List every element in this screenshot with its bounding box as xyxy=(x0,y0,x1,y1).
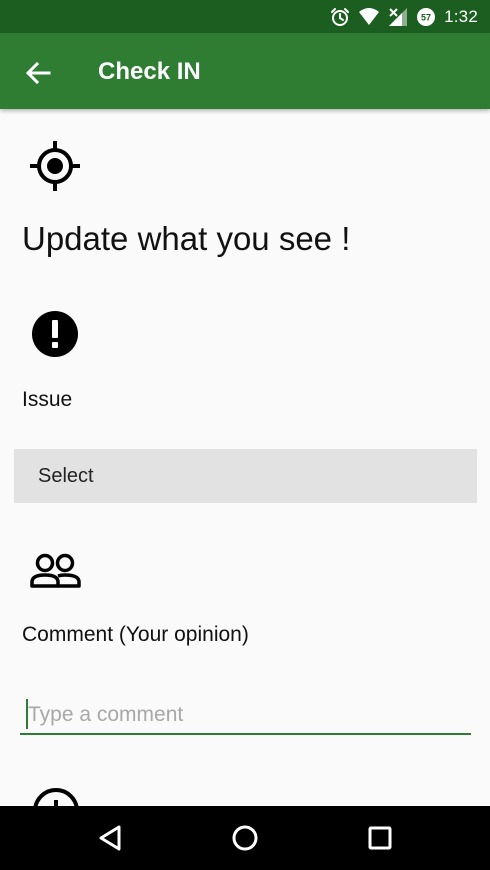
nav-home-button[interactable] xyxy=(227,820,263,856)
page-title: Check IN xyxy=(98,58,201,85)
add-circle-icon xyxy=(32,787,80,806)
nav-back-button[interactable] xyxy=(92,820,128,856)
check-in-form: Update what you see ! Issue Select Comme… xyxy=(0,109,490,806)
crosshair-icon xyxy=(28,139,82,198)
wifi-icon xyxy=(358,7,380,27)
status-icons: 57 1:32 xyxy=(330,5,478,29)
comment-field[interactable] xyxy=(20,697,471,735)
battery-icon: 57 xyxy=(416,7,436,27)
people-icon xyxy=(30,553,82,594)
comment-input[interactable] xyxy=(26,701,458,729)
signal-icon xyxy=(388,7,408,27)
battery-level: 57 xyxy=(421,13,431,23)
nav-home-icon xyxy=(232,825,258,851)
nav-recents-button[interactable] xyxy=(362,820,398,856)
alert-icon xyxy=(31,310,79,363)
nav-recents-icon xyxy=(368,826,392,850)
headline: Update what you see ! xyxy=(22,220,351,257)
status-time: 1:32 xyxy=(444,7,478,26)
status-bar: 57 1:32 xyxy=(0,0,490,33)
nav-back-icon xyxy=(99,825,121,851)
issue-select[interactable]: Select xyxy=(14,449,477,503)
alarm-icon xyxy=(330,7,350,27)
navigation-bar xyxy=(0,806,490,870)
issue-select-value: Select xyxy=(38,464,94,487)
arrow-back-icon xyxy=(25,61,51,85)
comment-label: Comment (Your opinion) xyxy=(22,623,249,646)
app-bar: Check IN xyxy=(0,33,490,109)
issue-label: Issue xyxy=(22,388,73,411)
back-button[interactable] xyxy=(18,53,58,93)
